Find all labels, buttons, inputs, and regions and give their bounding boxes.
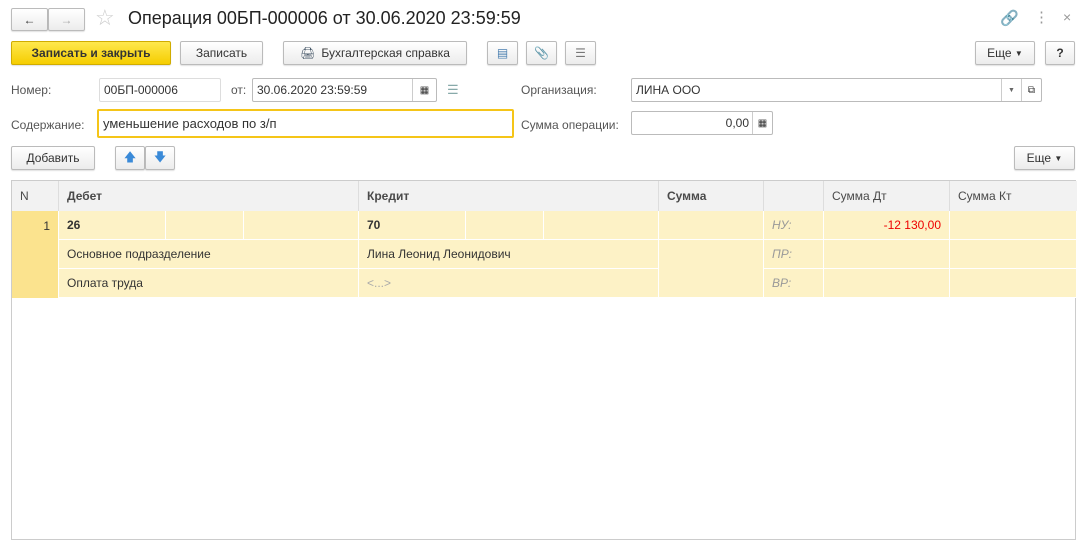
credit-subconto-2[interactable]: <...> xyxy=(359,269,659,298)
content-label: Содержание: xyxy=(11,118,85,132)
date-label: от: xyxy=(231,83,247,97)
header-blank xyxy=(764,181,824,211)
organization-label: Организация: xyxy=(521,83,597,97)
sum-dt-nu[interactable]: -12 130,00 xyxy=(824,211,950,240)
structure-icon[interactable]: ▤ xyxy=(487,41,518,65)
sum-cell-lower xyxy=(659,240,764,298)
table-row[interactable]: 1 26 Основное подразделение Оплата труда… xyxy=(12,211,1077,298)
sum-dt-vr[interactable] xyxy=(824,269,950,298)
number-label: Номер: xyxy=(11,83,52,97)
credit-subconto-1[interactable]: Лина Леонид Леонидович xyxy=(359,240,659,269)
date-field[interactable]: 30.06.2020 23:59:59 ▦ xyxy=(252,78,437,102)
header-credit[interactable]: Кредит xyxy=(359,181,659,211)
sum-field[interactable]: 0,00 ▦ xyxy=(631,111,773,135)
label-nu: НУ: xyxy=(764,211,824,240)
sum-cell[interactable] xyxy=(659,211,764,240)
debit-account[interactable]: 26 xyxy=(59,211,166,240)
move-up-button[interactable]: 🡅 xyxy=(115,146,145,170)
chevron-down-icon[interactable]: ▼ xyxy=(1001,79,1021,101)
header-sum-dt[interactable]: Сумма Дт xyxy=(824,181,950,211)
more-vert-icon[interactable]: ⋮ xyxy=(1034,8,1049,26)
credit-sub-cell xyxy=(544,211,659,240)
more-button[interactable]: Еще ▼ xyxy=(975,41,1035,65)
open-icon[interactable]: ⧉ xyxy=(1021,79,1041,101)
link-icon[interactable]: 🔗 xyxy=(1000,9,1019,27)
header-sum[interactable]: Сумма xyxy=(659,181,764,211)
sum-dt-pr[interactable] xyxy=(824,240,950,269)
row-number: 1 xyxy=(12,211,59,298)
label-pr: ПР: xyxy=(764,240,824,269)
sum-label: Сумма операции: xyxy=(521,118,619,132)
printer-icon: 🖨 xyxy=(300,46,316,60)
organization-field[interactable]: ЛИНА ООО ▼ ⧉ xyxy=(631,78,1042,102)
debit-sub-cell xyxy=(244,211,359,240)
save-and-close-button[interactable]: Записать и закрыть xyxy=(11,41,171,65)
entries-table[interactable]: N Дебет Кредит Сумма Сумма Дт Сумма Кт 1… xyxy=(11,180,1077,540)
table-more-button[interactable]: Еще ▼ xyxy=(1014,146,1075,170)
calculator-icon[interactable]: ▦ xyxy=(752,112,772,134)
attachment-icon[interactable]: 📎 xyxy=(526,41,557,65)
close-icon[interactable]: × xyxy=(1063,9,1071,25)
number-field[interactable]: 00БП-000006 xyxy=(99,78,221,102)
debit-subconto-2[interactable]: Оплата труда xyxy=(59,269,359,298)
accounting-report-button[interactable]: 🖨 Бухгалтерская справка xyxy=(283,41,467,65)
star-icon[interactable]: ☆ xyxy=(95,5,115,31)
label-vr: ВР: xyxy=(764,269,824,298)
debit-sub-cell xyxy=(166,211,244,240)
add-button[interactable]: Добавить xyxy=(11,146,95,170)
list-icon[interactable]: ☰ xyxy=(565,41,596,65)
page-title: Операция 00БП-000006 от 30.06.2020 23:59… xyxy=(128,8,521,28)
header-debit[interactable]: Дебет xyxy=(59,181,359,211)
sum-kt-vr[interactable] xyxy=(950,269,1077,298)
sum-kt-nu[interactable] xyxy=(950,211,1077,240)
credit-sub-cell xyxy=(466,211,544,240)
status-icon[interactable]: ☰ xyxy=(447,82,459,98)
header-sum-kt[interactable]: Сумма Кт xyxy=(950,181,1077,211)
sum-kt-pr[interactable] xyxy=(950,240,1077,269)
save-button[interactable]: Записать xyxy=(180,41,263,65)
debit-subconto-1[interactable]: Основное подразделение xyxy=(59,240,359,269)
credit-account[interactable]: 70 xyxy=(359,211,466,240)
header-n[interactable]: N xyxy=(12,181,59,211)
content-field[interactable]: уменьшение расходов по з/п xyxy=(97,109,514,138)
help-button[interactable]: ? xyxy=(1045,41,1075,65)
move-down-button[interactable]: 🡇 xyxy=(145,146,175,170)
back-button[interactable]: ← xyxy=(11,8,48,31)
calendar-icon[interactable]: ▦ xyxy=(412,79,436,101)
forward-button[interactable]: → xyxy=(48,8,85,31)
